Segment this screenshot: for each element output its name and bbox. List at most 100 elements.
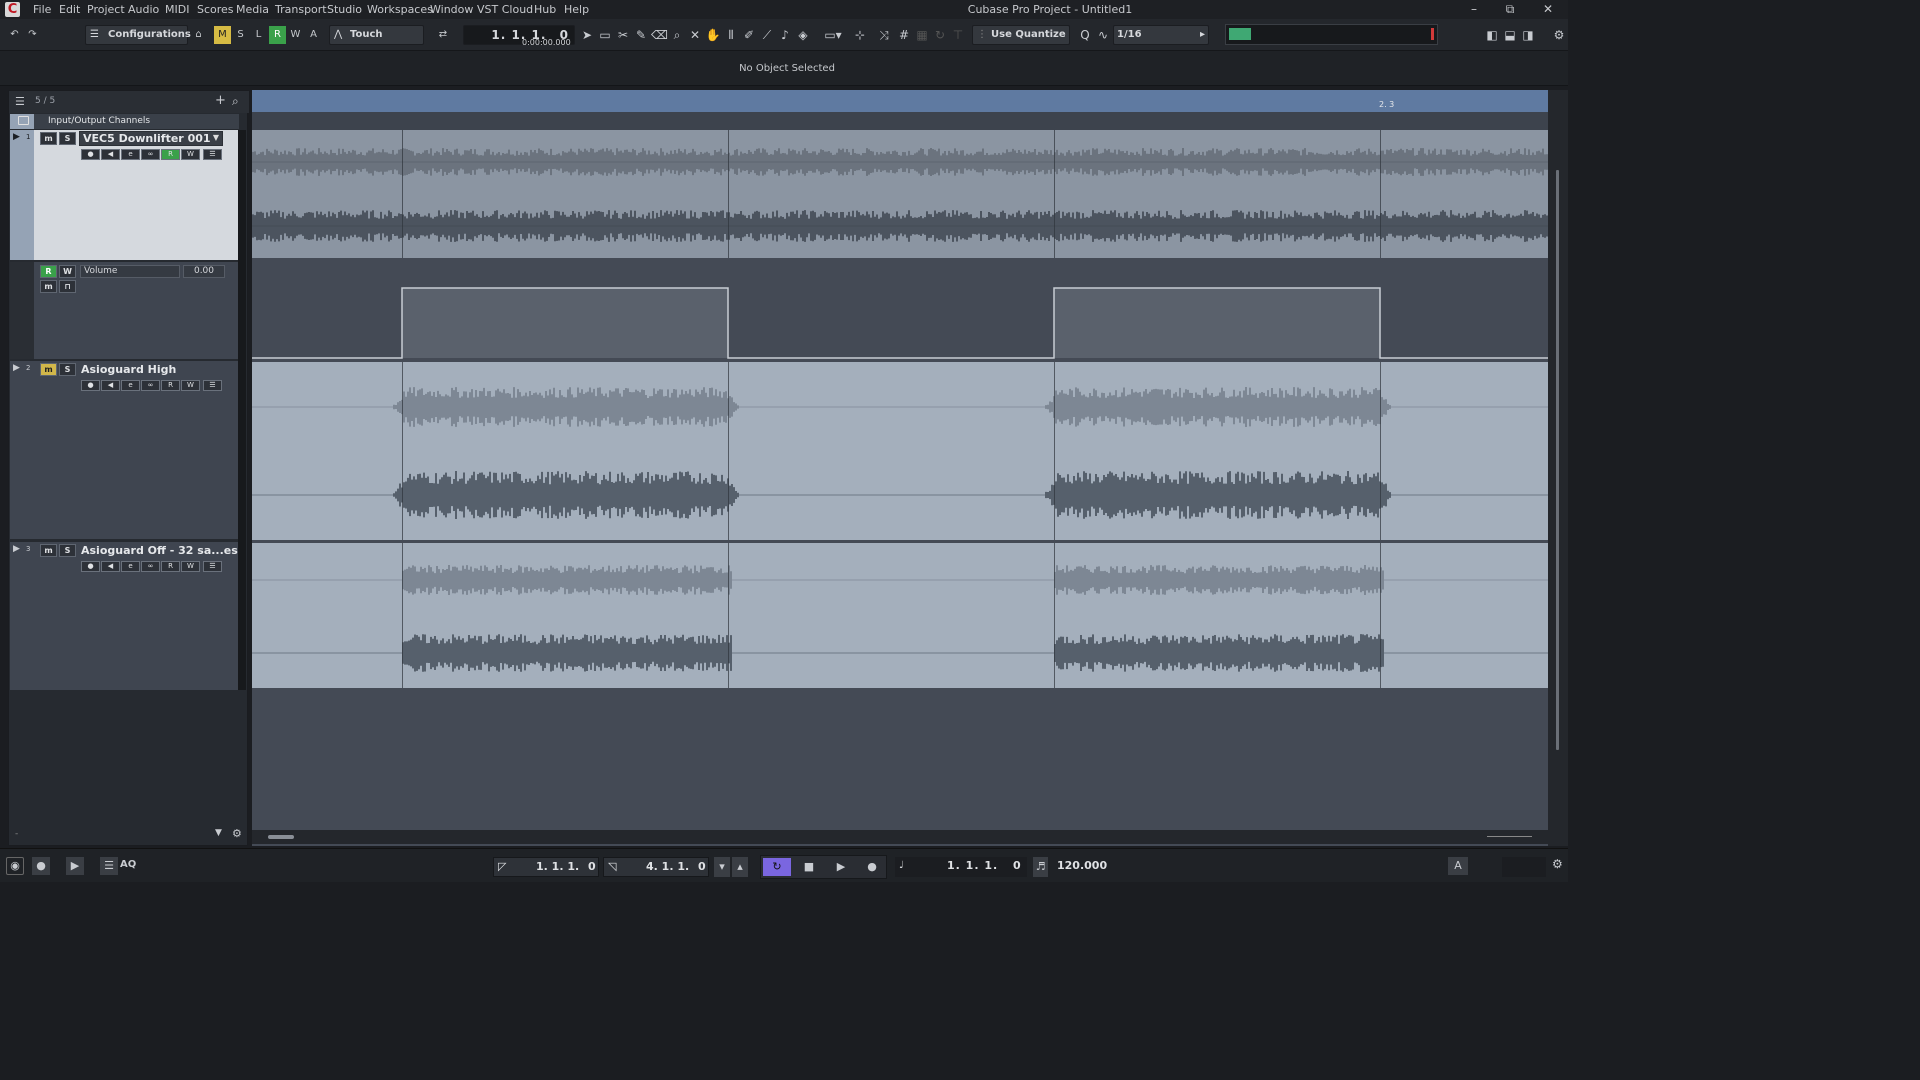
metronome-icon[interactable]: ♬ — [1033, 857, 1048, 877]
track-1-edit-icon[interactable]: e — [121, 149, 140, 160]
track-1-write-button[interactable]: W — [181, 149, 200, 160]
track-3-event[interactable] — [252, 543, 1548, 688]
go-to-marker-icon[interactable]: ▾ — [714, 857, 730, 877]
automation-read-button[interactable]: R — [40, 265, 57, 278]
ruler[interactable]: 2. 3 — [252, 90, 1548, 112]
track-2-read-button[interactable]: R — [161, 380, 180, 391]
settings-gear-icon[interactable]: ⚙ — [1551, 27, 1567, 43]
track-1-event[interactable] — [252, 130, 1548, 258]
track-1-read-button[interactable]: R — [161, 149, 180, 160]
object-selection-tool-icon[interactable]: ➤ — [579, 27, 595, 43]
erase-tool-icon[interactable]: ⌫ — [651, 27, 668, 43]
expand-track-1-icon[interactable]: ▶ — [13, 132, 20, 142]
volume-automation-curve[interactable] — [252, 260, 1548, 360]
automation-mute-icon[interactable]: m — [40, 280, 57, 293]
transport-gear-icon[interactable]: ⚙ — [1552, 857, 1563, 871]
automation-param-field[interactable]: Volume — [80, 265, 180, 278]
right-zone-toggle-icon[interactable]: ◨ — [1520, 27, 1536, 43]
color-menu-icon[interactable]: ▭▾ — [820, 27, 846, 43]
menu-edit[interactable]: Edit — [59, 3, 80, 16]
play-button[interactable]: ▶ — [827, 858, 855, 876]
zoom-minus-icon[interactable]: - — [15, 829, 18, 839]
track-3-monitor-icon[interactable]: ◀ — [101, 561, 120, 572]
zoom-slider[interactable] — [1487, 836, 1532, 837]
menu-help[interactable]: Help — [564, 3, 589, 16]
automation-write-button[interactable]: W — [59, 265, 76, 278]
track-1-name-field[interactable]: VEC5 Downlifter 001 ▼ — [79, 131, 223, 146]
track-3-lanes-icon[interactable]: ☰ — [203, 561, 222, 572]
grid-type-icon[interactable]: ▦ — [914, 27, 930, 43]
zoom-tool-icon[interactable]: ⌕ — [669, 27, 685, 43]
track-2[interactable]: ▶ 2 m S Asioguard High ● ◀ e ∞ R W ☰ — [10, 361, 239, 539]
lock-icon[interactable]: ⌂ — [190, 26, 207, 44]
track-3-name[interactable]: Asioguard Off - 32 sa...es — [81, 544, 238, 557]
menu-vst-cloud[interactable]: VST Cloud — [477, 3, 533, 16]
find-track-icon[interactable]: ⌕ — [232, 94, 239, 109]
track-1-record-icon[interactable]: ● — [81, 149, 100, 160]
transport-settings-icon[interactable]: ◉ — [6, 857, 24, 875]
primary-time-display[interactable]: ♩ 1. 1. 1. 0 — [895, 857, 1027, 877]
iterative-quantize-icon[interactable]: ∿ — [1095, 27, 1111, 43]
asioguard-label[interactable]: AQ — [120, 859, 136, 870]
snap-point-icon[interactable]: ⊹ — [852, 27, 868, 43]
track-2-edit-icon[interactable]: e — [121, 380, 140, 391]
solo-state-button[interactable]: S — [232, 26, 249, 44]
automation-lock-icon[interactable]: ⊓ — [59, 280, 76, 293]
listen-state-button[interactable]: L — [250, 26, 267, 44]
track-2-mute-button[interactable]: m — [40, 363, 57, 376]
speaker-tool-icon[interactable]: ♪ — [777, 27, 793, 43]
menu-studio[interactable]: Studio — [327, 3, 362, 16]
performance-meter[interactable] — [1225, 24, 1438, 45]
track-3-read-button[interactable]: R — [161, 561, 180, 572]
track-3[interactable]: ▶ 3 m S Asioguard Off - 32 sa...es ● ◀ e… — [10, 542, 239, 690]
automation-value-field[interactable]: 0.00 — [183, 265, 225, 278]
menu-window[interactable]: Window — [430, 3, 473, 16]
minimize-button[interactable]: – — [1456, 0, 1492, 19]
track-3-edit-icon[interactable]: e — [121, 561, 140, 572]
cycle-button[interactable]: ↻ — [763, 858, 791, 876]
add-track-icon[interactable]: + — [215, 93, 226, 108]
automation-lane-display[interactable] — [252, 260, 1548, 360]
mute-state-button[interactable]: M — [214, 26, 231, 44]
track-3-solo-button[interactable]: S — [59, 544, 76, 557]
menu-audio[interactable]: Audio — [128, 3, 159, 16]
nudge-icon[interactable]: ⇄ — [430, 26, 456, 44]
restore-button[interactable]: ⧉ — [1492, 0, 1528, 19]
track-2-link-icon[interactable]: ∞ — [141, 380, 160, 391]
draw-tool-icon[interactable]: ✎ — [633, 27, 649, 43]
track-1-solo-button[interactable]: S — [59, 132, 76, 145]
menu-file[interactable]: File — [33, 3, 51, 16]
record-button[interactable]: ● — [859, 858, 885, 876]
vertical-scroll-thumb[interactable] — [1556, 170, 1559, 750]
menu-scores[interactable]: Scores — [197, 3, 234, 16]
redo-icon[interactable]: ↷ — [24, 26, 41, 44]
quantize-icon[interactable]: Q — [1077, 27, 1093, 43]
automation-lane-volume[interactable]: R W Volume 0.00 m ⊓ — [10, 262, 239, 359]
menu-midi[interactable]: MIDI — [165, 3, 189, 16]
color-tool-icon[interactable]: ◈ — [795, 27, 811, 43]
timewarp-tool-icon[interactable]: ⦀ — [723, 27, 739, 43]
sync-icon[interactable]: A — [1448, 857, 1468, 875]
track-2-record-icon[interactable]: ● — [81, 380, 100, 391]
mute-tool-icon[interactable]: ✕ — [687, 27, 703, 43]
grid-options-icon[interactable]: ⊤ — [950, 27, 966, 43]
left-zone-toggle-icon[interactable]: ◧ — [1484, 27, 1500, 43]
horizontal-scroll-thumb[interactable] — [268, 835, 294, 839]
track-list-settings-icon[interactable]: ⚙ — [232, 827, 242, 840]
menu-media[interactable]: Media — [236, 3, 269, 16]
expand-track-3-icon[interactable]: ▶ — [13, 544, 20, 554]
record-mode-icon[interactable]: ● — [32, 857, 50, 875]
track-2-lanes-icon[interactable]: ☰ — [203, 380, 222, 391]
configurations-dropdown[interactable]: ☰ Configurations — [85, 25, 191, 45]
track-2-monitor-icon[interactable]: ◀ — [101, 380, 120, 391]
empty-area[interactable] — [252, 688, 1548, 846]
undo-icon[interactable]: ↶ — [6, 26, 23, 44]
lower-zone-toggle-icon[interactable]: ⬓ — [1502, 27, 1518, 43]
event-display[interactable]: 2. 3 — [252, 90, 1548, 846]
track-2-write-button[interactable]: W — [181, 380, 200, 391]
stop-button[interactable]: ■ — [795, 858, 823, 876]
track-2-solo-button[interactable]: S — [59, 363, 76, 376]
track-2-event[interactable] — [252, 362, 1548, 540]
left-locator-display[interactable]: ◸ 1. 1. 1. 0 — [493, 857, 599, 877]
track-list-down-icon[interactable]: ▼ — [215, 828, 222, 838]
